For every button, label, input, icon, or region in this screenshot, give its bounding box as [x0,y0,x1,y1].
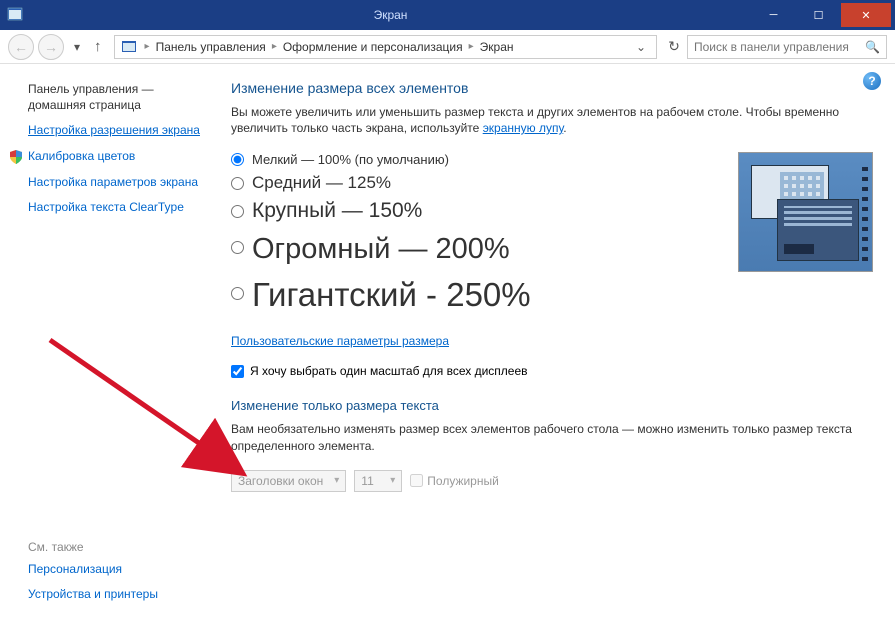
single-scale-checkbox[interactable] [231,365,244,378]
sidebar-also-devices[interactable]: Устройства и принтеры [28,587,201,603]
search-icon: 🔍 [865,40,880,54]
search-input[interactable] [694,40,865,54]
single-scale-checkbox-row[interactable]: Я хочу выбрать один масштаб для всех дис… [231,364,873,378]
see-also-heading: См. также [28,540,201,554]
forward-button[interactable]: → [38,34,64,60]
magnifier-link[interactable]: экранную лупу [483,121,564,135]
history-dropdown[interactable]: ▾ [68,40,86,54]
sidebar-link-display-params[interactable]: Настройка параметров экрана [28,175,201,191]
bold-checkbox-row: Полужирный [410,474,499,488]
up-button[interactable]: ↑ [86,38,110,55]
sidebar-also-personalization[interactable]: Персонализация [28,562,201,578]
sidebar: Панель управления — домашняя страница На… [0,64,215,623]
back-button[interactable]: ← [8,34,34,60]
titlebar: Экран ─ ☐ ✕ [0,0,895,30]
element-select: Заголовки окон [231,470,346,492]
sidebar-link-resolution[interactable]: Настройка разрешения экрана [28,123,201,139]
location-icon [121,39,137,55]
single-scale-label: Я хочу выбрать один масштаб для всех дис… [250,364,528,378]
refresh-button[interactable]: ↻ [661,35,687,59]
address-bar[interactable]: ▸ Панель управления ▸ Оформление и персо… [114,35,657,59]
text-size-controls: Заголовки окон 11 Полужирный [231,470,873,492]
scale-option-150[interactable]: Крупный — 150% [231,199,728,223]
search-box[interactable]: 🔍 [687,35,887,59]
text-size-desc: Вам необязательно изменять размер всех э… [231,421,873,453]
system-menu-icon[interactable] [0,7,30,23]
close-button[interactable]: ✕ [841,3,891,27]
scale-option-125[interactable]: Средний — 125% [231,173,728,193]
crumb-sep: ▸ [270,41,279,52]
shield-icon [8,149,24,165]
scale-option-100[interactable]: Мелкий — 100% (по умолчанию) [231,152,728,167]
fontsize-select: 11 [354,470,402,492]
breadcrumb-item-1[interactable]: Оформление и персонализация [279,40,467,54]
custom-size-link[interactable]: Пользовательские параметры размера [231,334,449,348]
scale-option-250[interactable]: Гигантский - 250% [231,272,728,314]
main-heading: Изменение размера всех элементов [231,80,873,96]
body: Панель управления — домашняя страница На… [0,64,895,623]
scale-options: Мелкий — 100% (по умолчанию) Средний — 1… [231,152,728,320]
sidebar-link-calibration[interactable]: Калибровка цветов [28,149,201,165]
text-size-heading: Изменение только размера текста [231,398,873,413]
minimize-button[interactable]: ─ [751,3,796,27]
crumb-sep: ▸ [467,41,476,52]
breadcrumb-item-2[interactable]: Экран [476,40,518,54]
sidebar-link-cleartype[interactable]: Настройка текста ClearType [28,200,201,216]
crumb-sep: ▸ [143,41,152,52]
display-illustration [738,152,873,272]
scale-option-200[interactable]: Огромный — 200% [231,229,728,266]
bold-checkbox [410,474,423,487]
address-dropdown[interactable]: ⌄ [632,40,650,54]
main-description: Вы можете увеличить или уменьшить размер… [231,104,873,136]
navbar: ← → ▾ ↑ ▸ Панель управления ▸ Оформление… [0,30,895,64]
window-title: Экран [30,8,751,22]
sidebar-home[interactable]: Панель управления — домашняя страница [28,82,201,113]
maximize-button[interactable]: ☐ [796,3,841,27]
main-panel: ? Изменение размера всех элементов Вы мо… [215,64,895,623]
breadcrumb-item-0[interactable]: Панель управления [152,40,270,54]
help-icon[interactable]: ? [863,72,881,90]
